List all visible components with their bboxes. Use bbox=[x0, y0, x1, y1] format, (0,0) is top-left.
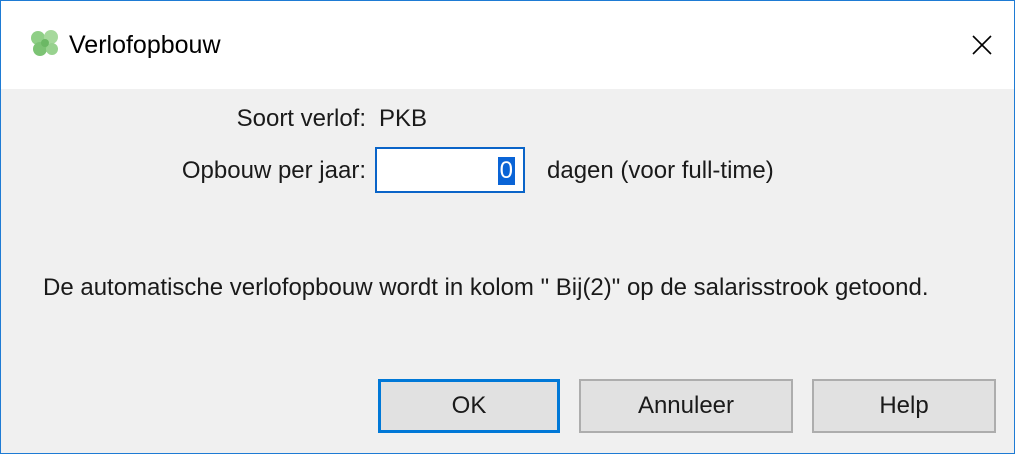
ok-button[interactable]: OK bbox=[378, 379, 560, 433]
opbouw-unit-label: dagen (voor full-time) bbox=[547, 157, 774, 184]
title-bar: Verlofopbouw bbox=[1, 1, 1014, 89]
info-message: De automatische verlofopbouw wordt in ko… bbox=[43, 274, 929, 301]
help-button[interactable]: Help bbox=[812, 379, 996, 433]
window-title: Verlofopbouw bbox=[69, 31, 221, 59]
soort-verlof-value: PKB bbox=[379, 105, 428, 132]
close-icon bbox=[972, 35, 992, 55]
opbouw-value-selection: 0 bbox=[497, 157, 515, 185]
clover-leaf-icon bbox=[27, 28, 63, 58]
close-button[interactable] bbox=[950, 1, 1014, 89]
opbouw-per-jaar-label: Opbouw per jaar: bbox=[181, 157, 366, 184]
dialog-window: Verlofopbouw Soort verlof: PKB Opbouw pe… bbox=[0, 0, 1015, 454]
cancel-button[interactable]: Annuleer bbox=[579, 379, 793, 433]
opbouw-per-jaar-input[interactable]: 0 bbox=[375, 147, 525, 193]
soort-verlof-label: Soort verlof: bbox=[236, 105, 366, 132]
